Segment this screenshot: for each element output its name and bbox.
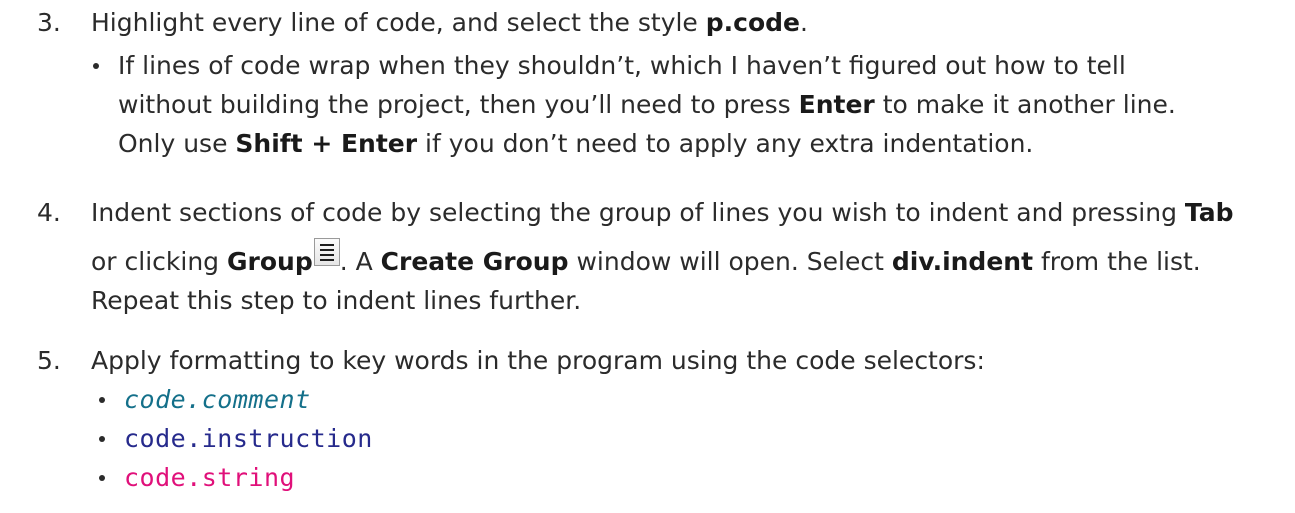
step-text: Highlight every line of code, and select… [91, 3, 1287, 42]
text-run: to make it another line. [874, 90, 1176, 119]
selector-item: code.string [99, 458, 1287, 497]
step-number: 3. [37, 8, 61, 37]
step-text: Repeat this step to indent lines further… [91, 286, 582, 315]
text-run: or clicking [91, 247, 227, 276]
bullet-dot [99, 475, 105, 481]
step-number: 5. [37, 346, 61, 375]
group-icon [313, 238, 340, 266]
text-run: window will open. Select [568, 247, 892, 276]
selector-code: code.comment [124, 385, 311, 414]
step-body: Highlight every line of code, and select… [91, 3, 1287, 163]
style-name: p.code [705, 8, 801, 37]
selector-list: code.comment code.instruction code.strin… [99, 380, 1287, 497]
step-body: Indent sections of code by selecting the… [91, 193, 1287, 320]
sub-bullet-line: without building the project, then you’l… [118, 85, 1287, 124]
key-name: Tab [1184, 198, 1234, 227]
window-name: Create Group [380, 247, 569, 276]
selector-code: code.string [124, 463, 296, 492]
text-run: without building the project, then you’l… [118, 90, 799, 119]
text-run: Only use [118, 129, 236, 158]
key-name: Shift + Enter [235, 129, 418, 158]
text-run: . A [339, 247, 381, 276]
selector-item: code.comment [99, 380, 1287, 419]
step-body: Apply formatting to key words in the pro… [91, 341, 1287, 497]
instructions-page: 3. Highlight every line of code, and sel… [0, 0, 1295, 513]
sub-bullet-line: If lines of code wrap when they shouldn’… [118, 51, 1126, 80]
sub-bullet: If lines of code wrap when they shouldn’… [93, 46, 1287, 163]
text-run: from the list. [1033, 247, 1201, 276]
step-text: Indent sections of code by selecting the… [91, 193, 1287, 232]
text-run: Indent sections of code by selecting the… [91, 198, 1185, 227]
sub-bullet-list: If lines of code wrap when they shouldn’… [93, 46, 1287, 163]
bullet-dot [93, 63, 99, 69]
text-run: if you don’t need to apply any extra ind… [417, 129, 1034, 158]
step-number: 4. [37, 198, 61, 227]
bullet-dot [99, 397, 105, 403]
style-name: div.indent [891, 247, 1034, 276]
button-name: Group [227, 247, 313, 276]
text-run: Highlight every line of code, and select… [91, 8, 706, 37]
bullet-dot [99, 436, 105, 442]
selector-code: code.instruction [124, 424, 373, 453]
text-run: . [800, 8, 808, 37]
step-text: Apply formatting to key words in the pro… [91, 346, 985, 375]
key-name: Enter [798, 90, 875, 119]
step-text: or clicking Group . A Create Group window… [91, 238, 1287, 281]
selector-item: code.instruction [99, 419, 1287, 458]
sub-bullet-line: Only use Shift + Enter if you don’t need… [118, 124, 1287, 163]
